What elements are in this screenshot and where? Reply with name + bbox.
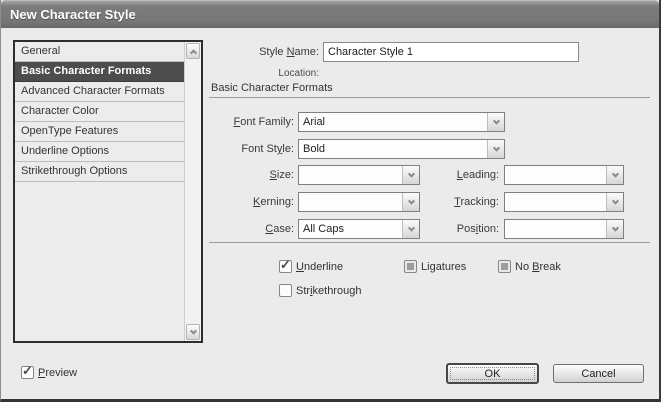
kerning-dropdown-button[interactable] [402,193,419,211]
case-dropdown-button[interactable] [402,220,419,238]
size-dropdown-button[interactable] [402,166,419,184]
font-family-combobox[interactable]: Arial [298,112,505,132]
leading-combobox[interactable] [504,165,624,185]
check-icon: ✓ [22,363,33,378]
list-scrollbar[interactable] [184,42,201,341]
list-item-basic-character-formats[interactable]: Basic Character Formats [15,62,184,82]
tracking-dropdown-button[interactable] [606,193,623,211]
section-heading: Basic Character Formats [211,82,333,94]
list-item-opentype-features[interactable]: OpenType Features [15,122,184,142]
case-value: All Caps [303,223,344,235]
list-item-general[interactable]: General [15,42,184,62]
strikethrough-checkbox-label: Strikethrough [296,284,362,297]
ligatures-checkbox[interactable]: Ligatures [404,260,466,273]
list-item-strikethrough-options[interactable]: Strikethrough Options [15,162,184,182]
scroll-up-button[interactable] [186,43,200,59]
chevron-down-icon [492,144,500,152]
font-family-label: Font Family: [233,116,294,128]
checkbox-box: ✓ [21,363,34,379]
check-icon: ✓ [280,257,291,272]
chevron-down-icon [189,327,197,335]
list-item-advanced-character-formats[interactable]: Advanced Character Formats [15,82,184,102]
cancel-button[interactable]: Cancel [553,364,644,383]
mixed-state-icon [501,263,508,270]
font-style-label: Font Style: [241,143,294,155]
list-item-character-color[interactable]: Character Color [15,102,184,122]
section-divider [209,97,650,98]
font-style-combobox[interactable]: Bold [298,139,505,159]
leading-label: Leading: [456,169,499,181]
chevron-down-icon [407,170,415,178]
dialog-title: New Character Style [10,7,136,22]
kerning-combobox[interactable] [298,192,420,212]
no-break-checkbox[interactable]: No Break [498,260,561,273]
position-combobox[interactable] [504,219,624,239]
chevron-down-icon [407,197,415,205]
leading-dropdown-button[interactable] [606,166,623,184]
size-combobox[interactable] [298,165,420,185]
ok-button[interactable]: OK [446,363,539,384]
underline-checkbox-label: Underline [296,260,344,273]
preview-checkbox[interactable]: ✓ Preview [21,363,78,379]
style-name-label: Style Name: [259,46,319,58]
chevron-down-icon [492,117,500,125]
strikethrough-checkbox[interactable]: Strikethrough [279,284,361,297]
font-style-value: Bold [303,143,326,155]
position-dropdown-button[interactable] [606,220,623,238]
size-label: Size: [269,169,294,181]
case-label: Case: [265,223,294,235]
list-item-underline-options[interactable]: Underline Options [15,142,184,162]
tracking-combobox[interactable] [504,192,624,212]
tracking-label: Tracking: [454,196,499,208]
ligatures-checkbox-label: Ligatures [421,260,467,273]
checkbox-box [279,284,292,297]
checkbox-box [498,260,511,273]
location-label: Location: [278,68,319,79]
style-options-items: General Basic Character Formats Advanced… [15,42,184,182]
chevron-down-icon [407,224,415,232]
checkbox-box [404,260,417,273]
position-label: Position: [456,223,499,235]
checkbox-box: ✓ [279,257,292,273]
preview-checkbox-label: Preview [38,366,78,379]
chevron-down-icon [611,170,619,178]
new-character-style-dialog: New Character Style General Basic Charac… [0,0,661,402]
chevron-down-icon [611,224,619,232]
kerning-label: Kerning: [253,196,294,208]
underline-checkbox[interactable]: ✓ Underline [279,257,344,273]
case-combobox[interactable]: All Caps [298,219,420,239]
no-break-checkbox-label: No Break [515,260,561,273]
font-family-dropdown-button[interactable] [487,113,504,131]
font-family-value: Arial [303,116,326,128]
style-options-list: General Basic Character Formats Advanced… [13,40,203,343]
font-style-dropdown-button[interactable] [487,140,504,158]
style-name-input[interactable] [323,42,579,62]
checkbox-divider [209,242,650,243]
chevron-down-icon [611,197,619,205]
scroll-down-button[interactable] [186,324,200,340]
chevron-up-icon [189,48,197,56]
title-bar[interactable]: New Character Style [1,0,659,28]
mixed-state-icon [407,263,414,270]
dialog-body: General Basic Character Formats Advanced… [1,28,659,399]
